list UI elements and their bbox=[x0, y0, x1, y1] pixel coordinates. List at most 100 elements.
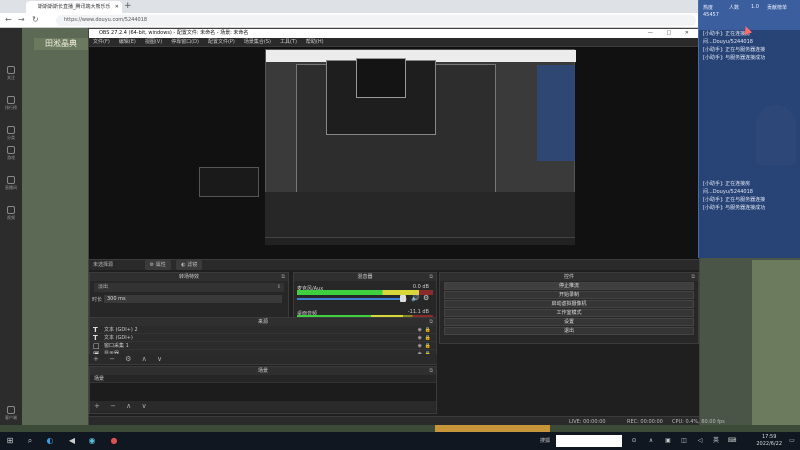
source-item[interactable]: T 文本 (GDI+) 2 ◉ 🔒 bbox=[90, 326, 436, 334]
undock-icon[interactable]: ⧉ bbox=[281, 273, 285, 281]
search-icon[interactable]: ⌕ bbox=[24, 435, 36, 447]
panel-header: 来源 ⧉ bbox=[90, 318, 436, 326]
menu-view[interactable]: 视图(V) bbox=[145, 39, 162, 45]
obs-titlebar: OBS 27.2.4 (64-bit, windows) - 配置文件: 未命名… bbox=[89, 29, 699, 38]
volume-icon[interactable]: ◁ bbox=[694, 435, 706, 447]
properties-button[interactable]: ⚙ 属性 bbox=[144, 260, 171, 270]
undock-icon[interactable]: ⧉ bbox=[429, 318, 433, 326]
studio-mode-button[interactable]: 工作室模式 bbox=[444, 309, 694, 317]
video-icon bbox=[7, 206, 15, 214]
chevron-up-icon[interactable]: ∧ bbox=[645, 435, 657, 447]
preview-nested-panels bbox=[265, 192, 575, 237]
slider-knob[interactable] bbox=[399, 295, 406, 302]
window-source-icon: □ bbox=[93, 342, 100, 350]
rail-item-client[interactable]: 客户端 bbox=[2, 406, 20, 421]
taskbar-search-input[interactable] bbox=[556, 435, 622, 447]
gamepad-icon bbox=[7, 146, 15, 154]
close-tab-icon[interactable]: ✕ bbox=[115, 1, 119, 13]
edge-browser-icon[interactable]: ◐ bbox=[44, 435, 56, 447]
panel-header: 控件 ⧉ bbox=[440, 273, 698, 281]
source-item[interactable]: T 文本 (GDI+) ◉ 🔒 bbox=[90, 334, 436, 342]
eye-icon[interactable]: ◉ bbox=[418, 334, 422, 342]
browser-tab-title: 斯斯斯斯长直播_腾讯端大熊乐乐 bbox=[38, 4, 111, 10]
eye-icon[interactable]: ◉ bbox=[418, 342, 422, 350]
exit-button[interactable]: 退出 bbox=[444, 327, 694, 335]
volume-slider[interactable] bbox=[297, 295, 407, 302]
lock-icon[interactable]: 🔒 bbox=[425, 334, 431, 342]
left-rail: 关注 排行榜 分类 游戏 直播间 视频 客户端 bbox=[0, 28, 22, 432]
menu-docks[interactable]: 停靠窗口(D) bbox=[171, 39, 199, 45]
rail-item-follow[interactable]: 关注 bbox=[2, 66, 20, 81]
window-controls[interactable]: — □ ✕ bbox=[648, 29, 695, 38]
undock-icon[interactable]: ⧉ bbox=[429, 273, 433, 281]
rail-item-video[interactable]: 视频 bbox=[2, 206, 20, 221]
rail-item-game[interactable]: 游戏 bbox=[2, 146, 20, 161]
menu-file[interactable]: 文件(F) bbox=[93, 39, 110, 45]
menu-profile[interactable]: 配置文件(P) bbox=[208, 39, 235, 45]
undock-icon[interactable]: ⧉ bbox=[429, 367, 433, 375]
gift-bar bbox=[435, 425, 550, 432]
menu-tools[interactable]: 工具(T) bbox=[280, 39, 297, 45]
menu-scene-collection[interactable]: 场景集合(S) bbox=[244, 39, 271, 45]
scene-item[interactable]: 场景 bbox=[90, 375, 436, 383]
preview-nested-taskbar bbox=[265, 237, 575, 245]
undock-icon[interactable]: ⧉ bbox=[691, 273, 695, 281]
new-tab-button[interactable]: + bbox=[124, 0, 132, 13]
app-icon[interactable]: ◉ bbox=[86, 435, 98, 447]
rail-item-category[interactable]: 分类 bbox=[2, 126, 20, 141]
panel-header: 混音器 ⧉ bbox=[294, 273, 436, 281]
chat-message: [小助手]: 与服务器连接成功 bbox=[703, 55, 766, 61]
rail-item-rank[interactable]: 排行榜 bbox=[2, 96, 20, 111]
source-item[interactable]: □ 窗口采集 1 ◉ 🔒 bbox=[90, 342, 436, 350]
heat-value: 45457 bbox=[703, 12, 719, 18]
preview-nested-window bbox=[356, 58, 406, 98]
forward-icon[interactable]: → bbox=[18, 15, 25, 24]
room-right-panel bbox=[752, 260, 800, 432]
start-recording-button[interactable]: 开始录制 bbox=[444, 291, 694, 299]
url-input[interactable]: https://www.douyu.com/5244018 bbox=[56, 15, 696, 26]
tray-icon[interactable]: ⊙ bbox=[628, 435, 640, 447]
speaker-icon[interactable]: 🔊 bbox=[411, 294, 420, 302]
transition-select[interactable]: 淡出 ⇕ bbox=[94, 283, 284, 292]
rail-item-room[interactable]: 直播间 bbox=[2, 176, 20, 191]
ime-icon[interactable]: 英 bbox=[710, 435, 722, 447]
room-sidebar bbox=[22, 28, 92, 432]
menu-edit[interactable]: 编辑(E) bbox=[119, 39, 136, 45]
panel-header: 转场特效 ⧉ bbox=[90, 273, 288, 281]
lock-icon[interactable]: 🔒 bbox=[425, 342, 431, 350]
duration-label: 时长 bbox=[92, 297, 103, 303]
windows-start-icon[interactable]: ⊞ bbox=[4, 435, 16, 447]
preview-nested-chat bbox=[537, 65, 575, 161]
network-icon[interactable]: ◫ bbox=[678, 435, 690, 447]
taskbar-search-label: 搜狐 bbox=[540, 438, 551, 444]
filters-button[interactable]: ◐ 滤镜 bbox=[176, 260, 203, 270]
virtual-camera-button[interactable]: 启动虚拟摄像机 bbox=[444, 300, 694, 308]
browser-tab[interactable]: 斯斯斯斯长直播_腾讯端大熊乐乐 ✕ bbox=[26, 1, 122, 13]
menu-help[interactable]: 帮助(H) bbox=[306, 39, 324, 45]
back-icon[interactable]: ← bbox=[5, 15, 12, 24]
system-clock[interactable]: 17:59 2022/6/22 bbox=[756, 434, 782, 448]
ime-icon[interactable]: ⌨ bbox=[726, 435, 738, 447]
obs-icon[interactable]: ● bbox=[108, 435, 120, 447]
chat-message: [小助手]: 正在与服务器连接 bbox=[703, 47, 766, 53]
gear-icon[interactable]: ⚙ bbox=[423, 294, 429, 302]
transitions-panel: 转场特效 ⧉ 淡出 ⇕ 时长 300 ms bbox=[89, 272, 289, 320]
app-icon[interactable]: ◀ bbox=[66, 435, 78, 447]
tray-icon[interactable]: ▣ bbox=[662, 435, 674, 447]
controls-panel: 控件 ⧉ 停止推流 开始录制 启动虚拟摄像机 工作室模式 设置 退出 bbox=[439, 272, 699, 344]
mixer-channel: 麦克风/Aux 0.0 dB 🔊 ⚙ bbox=[297, 284, 433, 306]
stop-streaming-button[interactable]: 停止推流 bbox=[444, 282, 694, 290]
contribution-label[interactable]: 贡献榜单 bbox=[767, 4, 787, 11]
obs-preview[interactable] bbox=[89, 47, 699, 259]
settings-button[interactable]: 设置 bbox=[444, 318, 694, 326]
notification-icon[interactable]: ▭ bbox=[786, 435, 798, 447]
chat-message: 间...Douyu/5244018 bbox=[703, 189, 753, 195]
scenes-toolbar[interactable]: + − ∧ ∨ bbox=[90, 401, 436, 411]
lock-icon[interactable]: 🔒 bbox=[425, 326, 431, 334]
duration-input[interactable]: 300 ms bbox=[104, 295, 282, 303]
eye-icon[interactable]: ◉ bbox=[418, 326, 422, 334]
trophy-icon bbox=[7, 96, 15, 104]
sources-toolbar[interactable]: + − ⚙ ∧ ∨ bbox=[89, 354, 437, 364]
reload-icon[interactable]: ↻ bbox=[32, 15, 39, 24]
heart-icon bbox=[7, 66, 15, 74]
